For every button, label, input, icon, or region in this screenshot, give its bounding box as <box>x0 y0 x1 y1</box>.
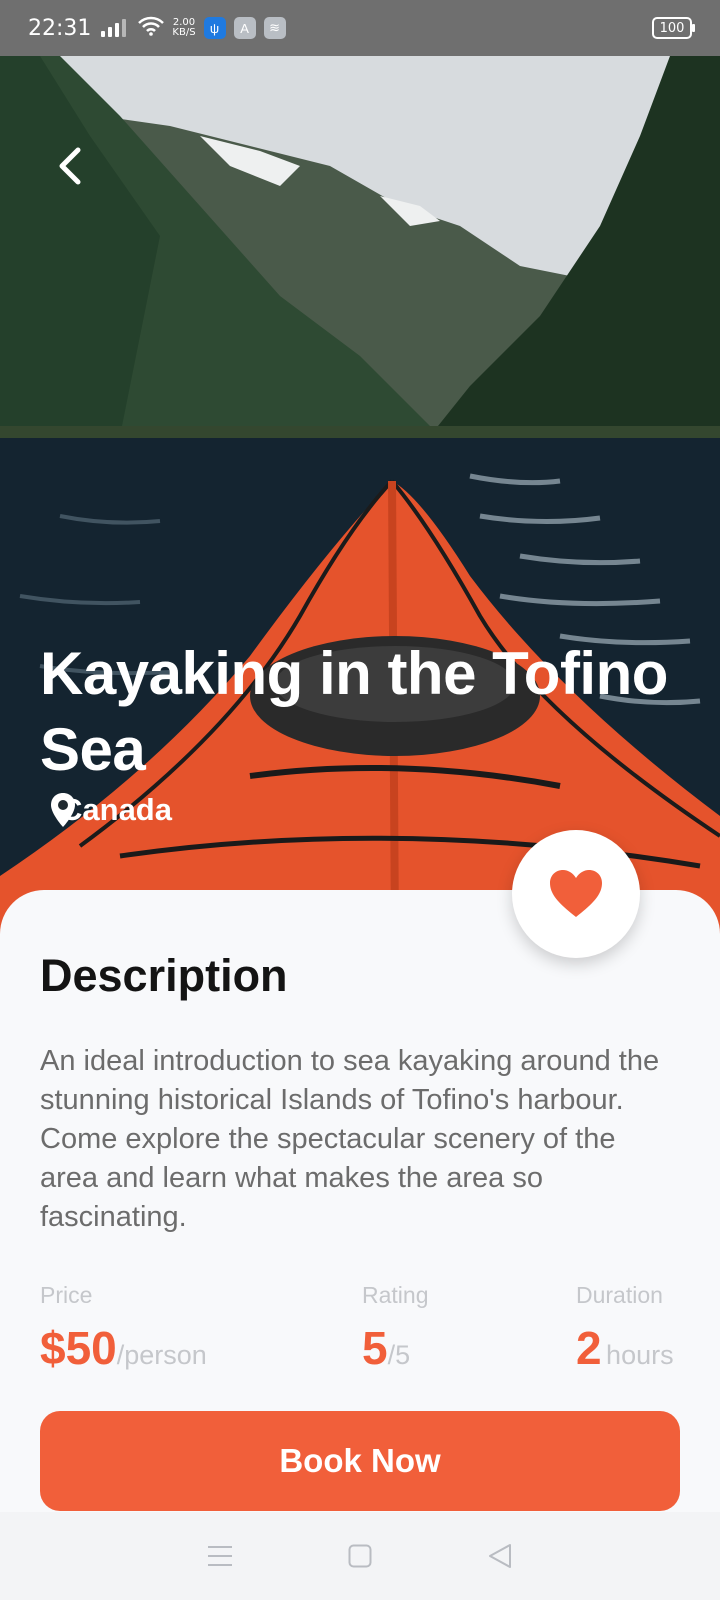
usb-icon: ψ <box>203 17 226 39</box>
nav-back-button[interactable] <box>480 1536 520 1576</box>
rating-label: Rating <box>362 1282 429 1308</box>
duration-label: Duration <box>576 1282 663 1308</box>
duration-value: 2 <box>576 1322 602 1374</box>
app-store-icon: A <box>233 17 256 39</box>
back-button[interactable] <box>52 146 92 186</box>
net-speed: 2.00 KB/S <box>172 18 195 38</box>
favorite-button[interactable] <box>512 830 640 958</box>
description-heading: Description <box>40 950 288 1001</box>
rating-stat: Rating 5/5 <box>362 1282 428 1375</box>
rating-unit: /5 <box>387 1340 411 1370</box>
duration-stat: Duration 2 hours <box>576 1282 674 1375</box>
rating-value: 5 <box>362 1322 388 1374</box>
map-pin-icon <box>51 793 75 827</box>
duration-unit: hours <box>606 1340 674 1370</box>
nav-home-button[interactable] <box>340 1536 380 1576</box>
chevron-left-icon <box>59 147 81 185</box>
heart-icon <box>550 870 602 917</box>
status-bar: 22:31 2.00 KB/S ψ A ≋ 100 <box>0 0 720 56</box>
system-nav-bar <box>0 1512 720 1600</box>
hero-image: Kayaking in the Tofino Sea Canada <box>0 56 720 936</box>
price-value: $50 <box>40 1322 117 1374</box>
book-now-button[interactable]: Book Now <box>40 1411 680 1511</box>
stack-icon: ≋ <box>263 17 286 39</box>
battery-level: 100 <box>659 20 685 36</box>
status-time: 22:31 <box>28 15 92 41</box>
menu-icon <box>208 1546 232 1566</box>
battery-icon: 100 <box>652 17 695 39</box>
price-unit: /person <box>116 1340 207 1370</box>
description-text: An ideal introduction to sea kayaking ar… <box>40 1045 660 1233</box>
price-stat: Price $50/person <box>40 1282 207 1375</box>
wifi-icon <box>138 16 165 41</box>
location: Canada <box>50 792 172 828</box>
signal-icon <box>101 19 127 37</box>
net-speed-unit: KB/S <box>172 27 196 38</box>
square-icon <box>348 1544 372 1568</box>
triangle-back-icon <box>489 1544 511 1568</box>
nav-menu-button[interactable] <box>200 1536 240 1576</box>
location-label: Canada <box>60 792 172 827</box>
tour-title: Kayaking in the Tofino Sea <box>40 640 668 783</box>
price-label: Price <box>40 1282 93 1308</box>
